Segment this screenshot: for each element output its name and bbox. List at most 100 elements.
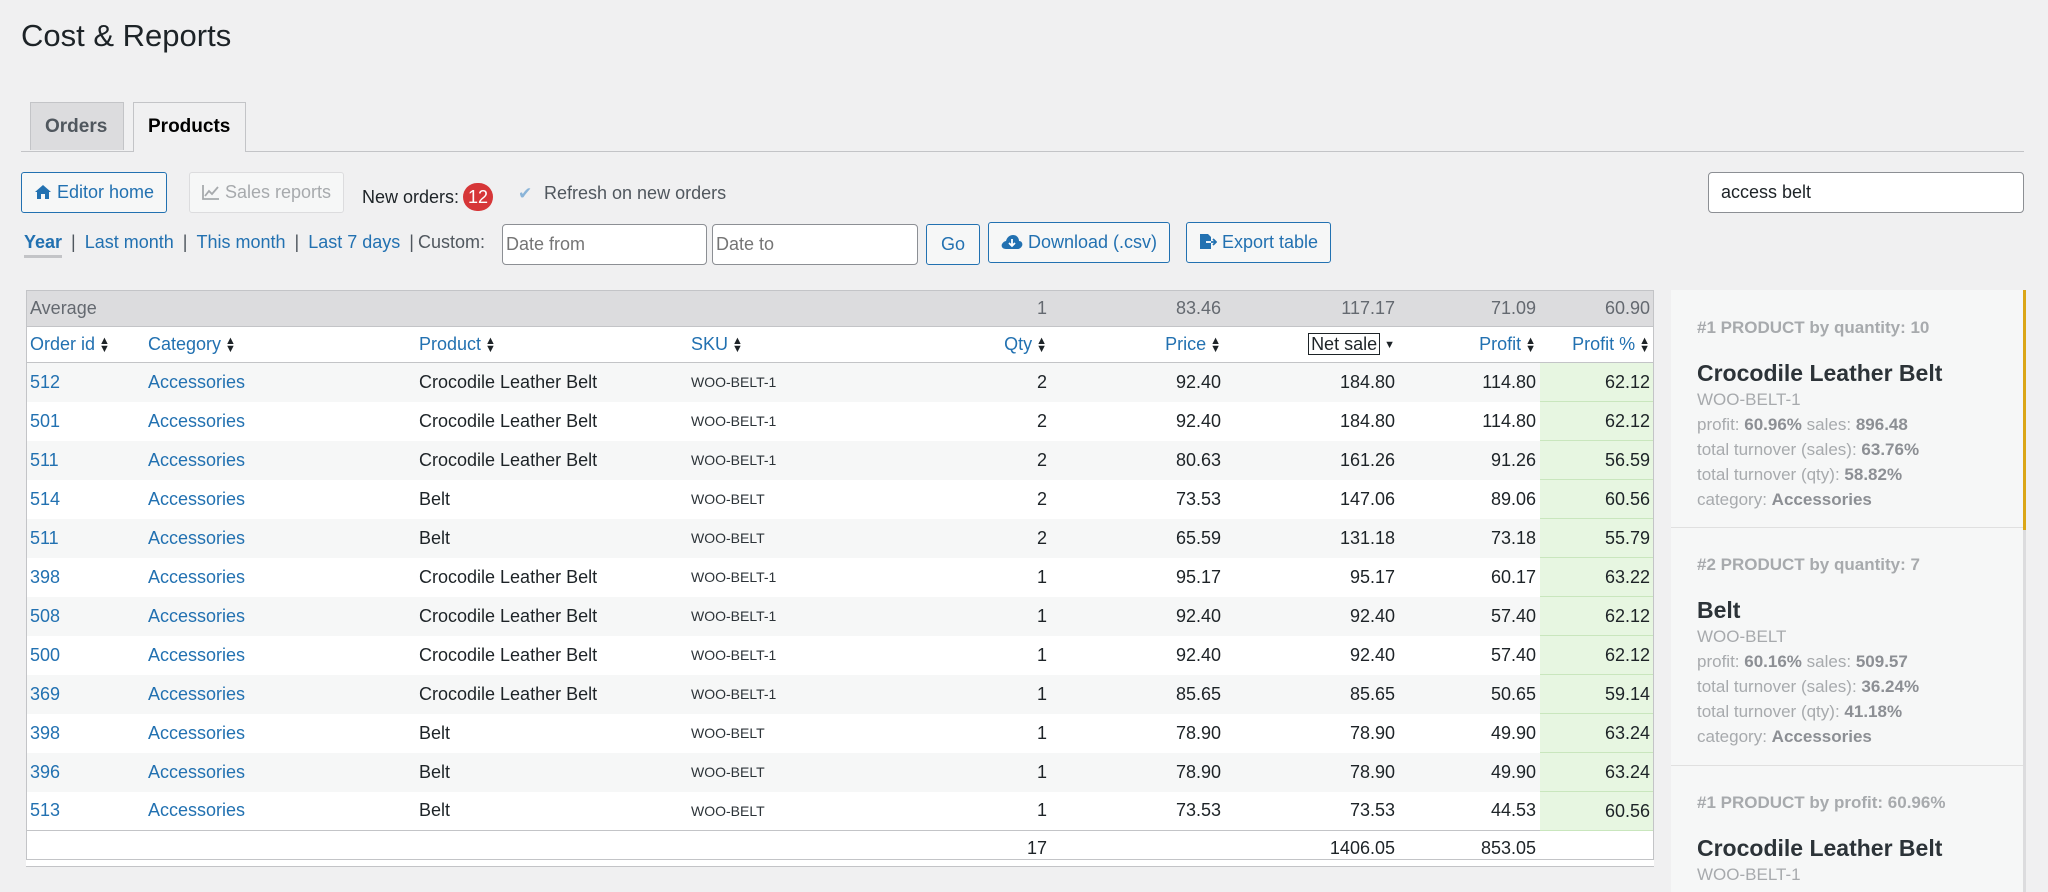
cell-sku: WOO-BELT (691, 479, 916, 519)
search-input[interactable] (1708, 172, 2024, 213)
cell-profit: 49.90 (1399, 752, 1540, 792)
period-year[interactable]: Year (24, 232, 63, 258)
col-sku[interactable]: SKU ▲ ▼ (691, 326, 916, 363)
cell-category[interactable]: Accessories (148, 635, 419, 675)
card-turnover-sales: total turnover (sales): 36.24% (1697, 677, 1920, 696)
sort-icon: ▲ ▼ (1639, 335, 1650, 356)
card-turnover-qty: total turnover (qty): 41.18% (1697, 702, 1903, 721)
editor-home-label: Editor home (57, 182, 155, 202)
cell-qty: 2 (916, 479, 1051, 519)
period-last-7-days[interactable]: Last 7 days (308, 232, 400, 252)
sales-reports-button[interactable]: Sales reports (189, 172, 345, 213)
totals-row: 17 1406.05 853.05 (26, 830, 1654, 867)
card-product-name: Crocodile Leather Belt (1697, 360, 1943, 386)
cell-product: Belt (419, 752, 691, 792)
cell-product: Crocodile Leather Belt (419, 635, 691, 675)
new-orders-label: New orders: (362, 187, 460, 207)
col-profit-pct[interactable]: Profit % ▲ ▼ (1540, 326, 1654, 363)
cell-profit: 57.40 (1399, 596, 1540, 636)
period-last-month[interactable]: Last month (85, 232, 174, 252)
cell-profit: 44.53 (1399, 791, 1540, 831)
cell-net-sale: 131.18 (1225, 518, 1399, 558)
table-row: 511 Accessories Belt WOO-BELT 2 65.59 131.18 73… (26, 518, 1654, 558)
orders-table: Average 1 83.46 117.17 71.09 60.90 Order… (26, 290, 1654, 867)
cell-qty: 2 (916, 362, 1051, 402)
period-separator: | (71, 232, 76, 252)
cell-order-id[interactable]: 513 (26, 791, 148, 831)
tab-products[interactable]: Products (133, 102, 246, 152)
sort-desc-icon: ▼ (1384, 339, 1395, 352)
cell-order-id[interactable]: 369 (26, 674, 148, 714)
cell-qty: 1 (916, 713, 1051, 753)
cell-net-sale: 85.65 (1225, 674, 1399, 714)
cell-category[interactable]: Accessories (148, 479, 419, 519)
tab-orders[interactable]: Orders (30, 102, 124, 150)
cell-order-id[interactable]: 511 (26, 440, 148, 480)
card-title: #2 PRODUCT by quantity: 7 (1697, 555, 1920, 574)
cell-price: 78.90 (1051, 752, 1225, 792)
cell-order-id[interactable]: 396 (26, 752, 148, 792)
product-card-top-qty: #1 PRODUCT by quantity: 10 Crocodile Lea… (1671, 318, 2023, 512)
card-sku: WOO-BELT-1 (1697, 865, 1801, 884)
col-qty[interactable]: Qty ▲ ▼ (916, 326, 1051, 363)
cell-price: 73.53 (1051, 791, 1225, 831)
cell-net-sale: 147.06 (1225, 479, 1399, 519)
cell-order-id[interactable]: 514 (26, 479, 148, 519)
table-row: 513 Accessories Belt WOO-BELT 1 73.53 73.53 44.… (26, 791, 1654, 831)
cell-order-id[interactable]: 501 (26, 401, 148, 441)
cell-order-id[interactable]: 500 (26, 635, 148, 675)
cell-product: Crocodile Leather Belt (419, 674, 691, 714)
cell-sku: WOO-BELT-1 (691, 440, 916, 480)
period-this-month[interactable]: This month (196, 232, 285, 252)
cell-price: 95.17 (1051, 557, 1225, 597)
cell-category[interactable]: Accessories (148, 518, 419, 558)
cell-category[interactable]: Accessories (148, 791, 419, 831)
checkmark-icon[interactable]: ✔ (518, 184, 536, 204)
col-category[interactable]: Category ▲ ▼ (148, 326, 419, 363)
date-to-input[interactable] (712, 224, 918, 265)
editor-home-button[interactable]: Editor home (21, 172, 168, 213)
average-profit-pct: 60.90 (1540, 290, 1654, 327)
cell-order-id[interactable]: 512 (26, 362, 148, 402)
card-divider (1671, 765, 2023, 766)
cell-order-id[interactable]: 511 (26, 518, 148, 558)
cell-product: Crocodile Leather Belt (419, 440, 691, 480)
col-order-id[interactable]: Order id ▲ ▼ (26, 326, 148, 363)
cell-price: 92.40 (1051, 635, 1225, 675)
cell-sku: WOO-BELT (691, 752, 916, 792)
period-separator: | (182, 232, 188, 252)
cell-category[interactable]: Accessories (148, 401, 419, 441)
cell-qty: 1 (916, 791, 1051, 831)
col-profit[interactable]: Profit ▲ ▼ (1399, 326, 1540, 363)
col-net-sale[interactable]: Net sale ▼ (1225, 326, 1399, 363)
cell-order-id[interactable]: 508 (26, 596, 148, 636)
cell-profit-pct: 62.12 (1540, 401, 1654, 441)
cell-profit-pct: 62.12 (1540, 635, 1654, 675)
tab-divider (21, 151, 2024, 152)
card-profit-sales: profit: 60.16% sales: 509.57 (1697, 652, 1908, 671)
cell-profit: 49.90 (1399, 713, 1540, 753)
date-from-input[interactable] (502, 224, 707, 265)
refresh-toggle[interactable]: ✔ Refresh on new orders (518, 183, 726, 204)
cell-profit: 73.18 (1399, 518, 1540, 558)
cell-category[interactable]: Accessories (148, 713, 419, 753)
period-custom-label: Custom: (417, 232, 485, 252)
cell-category[interactable]: Accessories (148, 596, 419, 636)
export-table-button[interactable]: Export table (1186, 222, 1332, 263)
cell-category[interactable]: Accessories (148, 440, 419, 480)
cell-order-id[interactable]: 398 (26, 557, 148, 597)
cell-category[interactable]: Accessories (148, 362, 419, 402)
table-row: 369 Accessories Crocodile Leather Belt WOO-… (26, 674, 1654, 714)
download-csv-button[interactable]: Download (.csv) (988, 222, 1171, 263)
cell-order-id[interactable]: 398 (26, 713, 148, 753)
col-price[interactable]: Price ▲ ▼ (1051, 326, 1225, 363)
cell-qty: 1 (916, 752, 1051, 792)
cell-category[interactable]: Accessories (148, 752, 419, 792)
tab-bar: Orders Products (0, 102, 2024, 152)
cell-net-sale: 92.40 (1225, 635, 1399, 675)
cell-category[interactable]: Accessories (148, 674, 419, 714)
go-button[interactable]: Go (926, 224, 980, 265)
col-product[interactable]: Product ▲ ▼ (419, 326, 691, 363)
cell-category[interactable]: Accessories (148, 557, 419, 597)
cell-qty: 1 (916, 596, 1051, 636)
